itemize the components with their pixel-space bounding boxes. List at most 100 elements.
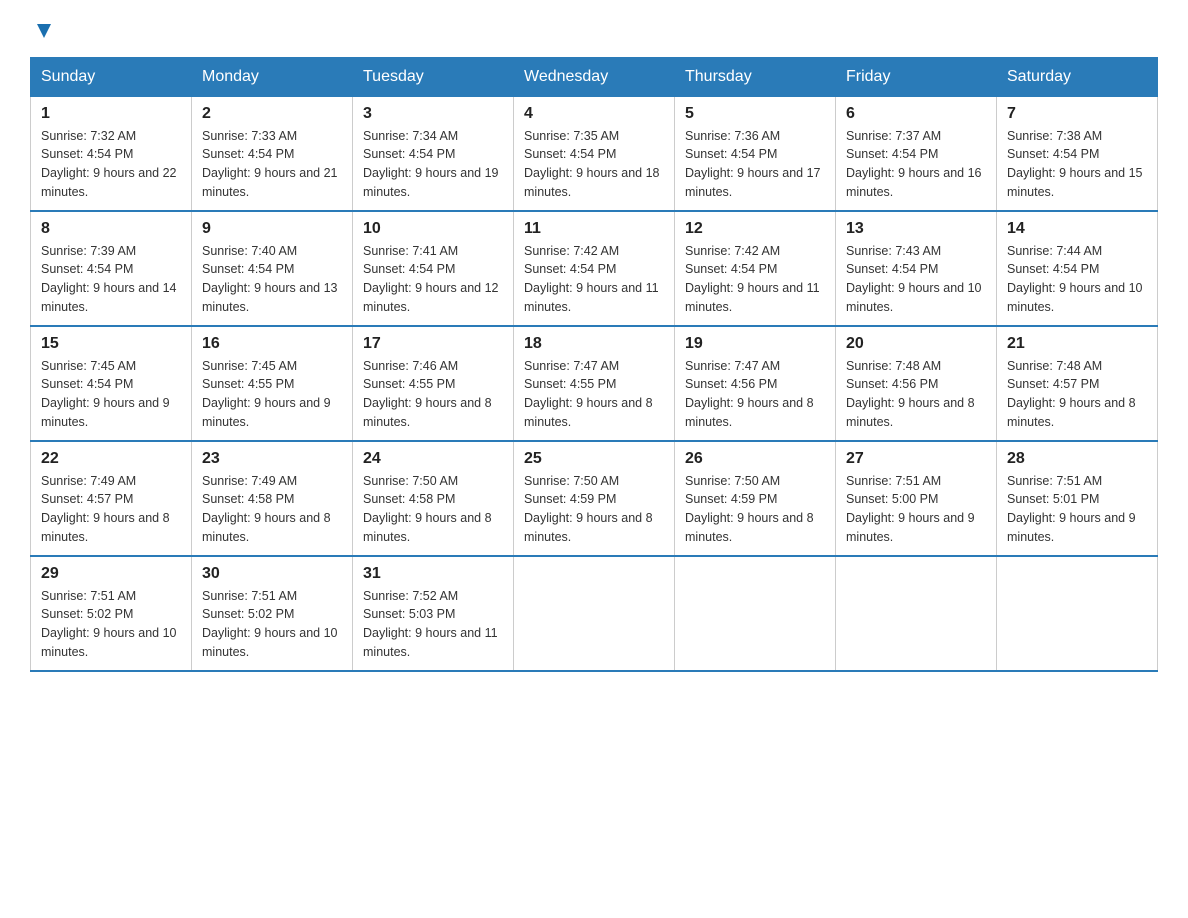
calendar-week-row: 1 Sunrise: 7:32 AMSunset: 4:54 PMDaylight… (31, 96, 1158, 211)
day-info: Sunrise: 7:51 AMSunset: 5:01 PMDaylight:… (1007, 472, 1147, 547)
weekday-header-tuesday: Tuesday (353, 57, 514, 96)
day-number: 27 (846, 450, 986, 468)
day-info: Sunrise: 7:40 AMSunset: 4:54 PMDaylight:… (202, 242, 342, 317)
calendar-day-cell (514, 556, 675, 671)
calendar-day-cell: 19Sunrise: 7:47 AMSunset: 4:56 PMDayligh… (675, 326, 836, 441)
calendar-day-cell: 31 Sunrise: 7:52 AMSunset: 5:03 PMDayligh… (353, 556, 514, 671)
calendar-day-cell: 1 Sunrise: 7:32 AMSunset: 4:54 PMDaylight… (31, 96, 192, 211)
day-info: Sunrise: 7:32 AMSunset: 4:54 PMDaylight:… (41, 127, 181, 202)
day-info: Sunrise: 7:49 AMSunset: 4:57 PMDaylight:… (41, 472, 181, 547)
day-number: 29 (41, 565, 181, 583)
day-number: 5 (685, 105, 825, 123)
calendar-day-cell: 10 Sunrise: 7:41 AMSunset: 4:54 PMDayligh… (353, 211, 514, 326)
day-info: Sunrise: 7:41 AMSunset: 4:54 PMDaylight:… (363, 242, 503, 317)
day-info: Sunrise: 7:49 AMSunset: 4:58 PMDaylight:… (202, 472, 342, 547)
calendar-day-cell: 27 Sunrise: 7:51 AMSunset: 5:00 PMDayligh… (836, 441, 997, 556)
day-info: Sunrise: 7:46 AMSunset: 4:55 PMDaylight:… (363, 357, 503, 432)
calendar-day-cell: 29 Sunrise: 7:51 AMSunset: 5:02 PMDayligh… (31, 556, 192, 671)
day-number: 2 (202, 105, 342, 123)
day-number: 4 (524, 105, 664, 123)
day-number: 15 (41, 335, 181, 353)
day-info: Sunrise: 7:48 AMSunset: 4:56 PMDaylight:… (846, 357, 986, 432)
day-info: Sunrise: 7:35 AMSunset: 4:54 PMDaylight:… (524, 127, 664, 202)
calendar-day-cell: 12 Sunrise: 7:42 AMSunset: 4:54 PMDayligh… (675, 211, 836, 326)
day-info: Sunrise: 7:33 AMSunset: 4:54 PMDaylight:… (202, 127, 342, 202)
day-number: 14 (1007, 220, 1147, 238)
calendar-day-cell: 13Sunrise: 7:43 AMSunset: 4:54 PMDayligh… (836, 211, 997, 326)
day-info: Sunrise: 7:36 AMSunset: 4:54 PMDaylight:… (685, 127, 825, 202)
calendar-day-cell: 6 Sunrise: 7:37 AMSunset: 4:54 PMDaylight… (836, 96, 997, 211)
calendar-day-cell: 4 Sunrise: 7:35 AMSunset: 4:54 PMDaylight… (514, 96, 675, 211)
calendar-day-cell: 9 Sunrise: 7:40 AMSunset: 4:54 PMDaylight… (192, 211, 353, 326)
logo (30, 20, 55, 47)
day-number: 18 (524, 335, 664, 353)
day-info: Sunrise: 7:34 AMSunset: 4:54 PMDaylight:… (363, 127, 503, 202)
weekday-header-sunday: Sunday (31, 57, 192, 96)
calendar-day-cell: 15 Sunrise: 7:45 AMSunset: 4:54 PMDayligh… (31, 326, 192, 441)
calendar-day-cell (836, 556, 997, 671)
day-number: 26 (685, 450, 825, 468)
calendar-day-cell: 7 Sunrise: 7:38 AMSunset: 4:54 PMDaylight… (997, 96, 1158, 211)
day-number: 6 (846, 105, 986, 123)
calendar-day-cell: 26 Sunrise: 7:50 AMSunset: 4:59 PMDayligh… (675, 441, 836, 556)
day-info: Sunrise: 7:50 AMSunset: 4:59 PMDaylight:… (524, 472, 664, 547)
calendar-day-cell: 11Sunrise: 7:42 AMSunset: 4:54 PMDayligh… (514, 211, 675, 326)
day-info: Sunrise: 7:51 AMSunset: 5:02 PMDaylight:… (202, 587, 342, 662)
calendar-day-cell: 17 Sunrise: 7:46 AMSunset: 4:55 PMDayligh… (353, 326, 514, 441)
calendar-day-cell: 14Sunrise: 7:44 AMSunset: 4:54 PMDayligh… (997, 211, 1158, 326)
calendar-table: SundayMondayTuesdayWednesdayThursdayFrid… (30, 57, 1158, 672)
calendar-day-cell: 8Sunrise: 7:39 AMSunset: 4:54 PMDaylight… (31, 211, 192, 326)
day-info: Sunrise: 7:51 AMSunset: 5:02 PMDaylight:… (41, 587, 181, 662)
day-info: Sunrise: 7:42 AMSunset: 4:54 PMDaylight:… (524, 242, 664, 317)
calendar-day-cell (997, 556, 1158, 671)
calendar-day-cell: 5 Sunrise: 7:36 AMSunset: 4:54 PMDaylight… (675, 96, 836, 211)
day-info: Sunrise: 7:37 AMSunset: 4:54 PMDaylight:… (846, 127, 986, 202)
calendar-week-row: 22Sunrise: 7:49 AMSunset: 4:57 PMDayligh… (31, 441, 1158, 556)
day-number: 12 (685, 220, 825, 238)
day-number: 31 (363, 565, 503, 583)
day-number: 10 (363, 220, 503, 238)
weekday-header-saturday: Saturday (997, 57, 1158, 96)
day-number: 21 (1007, 335, 1147, 353)
day-number: 13 (846, 220, 986, 238)
calendar-day-cell: 23 Sunrise: 7:49 AMSunset: 4:58 PMDayligh… (192, 441, 353, 556)
day-number: 3 (363, 105, 503, 123)
calendar-day-cell: 28 Sunrise: 7:51 AMSunset: 5:01 PMDayligh… (997, 441, 1158, 556)
day-info: Sunrise: 7:38 AMSunset: 4:54 PMDaylight:… (1007, 127, 1147, 202)
day-number: 23 (202, 450, 342, 468)
calendar-day-cell: 18 Sunrise: 7:47 AMSunset: 4:55 PMDayligh… (514, 326, 675, 441)
day-number: 17 (363, 335, 503, 353)
weekday-header-monday: Monday (192, 57, 353, 96)
weekday-header-thursday: Thursday (675, 57, 836, 96)
calendar-day-cell: 30 Sunrise: 7:51 AMSunset: 5:02 PMDayligh… (192, 556, 353, 671)
day-number: 1 (41, 105, 181, 123)
calendar-day-cell: 3 Sunrise: 7:34 AMSunset: 4:54 PMDaylight… (353, 96, 514, 211)
calendar-week-row: 15 Sunrise: 7:45 AMSunset: 4:54 PMDayligh… (31, 326, 1158, 441)
page-header (30, 20, 1158, 47)
day-info: Sunrise: 7:52 AMSunset: 5:03 PMDaylight:… (363, 587, 503, 662)
day-number: 28 (1007, 450, 1147, 468)
day-info: Sunrise: 7:50 AMSunset: 4:58 PMDaylight:… (363, 472, 503, 547)
day-info: Sunrise: 7:51 AMSunset: 5:00 PMDaylight:… (846, 472, 986, 547)
calendar-day-cell: 25 Sunrise: 7:50 AMSunset: 4:59 PMDayligh… (514, 441, 675, 556)
day-number: 19 (685, 335, 825, 353)
calendar-day-cell (675, 556, 836, 671)
day-number: 20 (846, 335, 986, 353)
day-number: 9 (202, 220, 342, 238)
day-number: 7 (1007, 105, 1147, 123)
calendar-day-cell: 21Sunrise: 7:48 AMSunset: 4:57 PMDayligh… (997, 326, 1158, 441)
day-info: Sunrise: 7:45 AMSunset: 4:54 PMDaylight:… (41, 357, 181, 432)
calendar-week-row: 29 Sunrise: 7:51 AMSunset: 5:02 PMDayligh… (31, 556, 1158, 671)
day-number: 30 (202, 565, 342, 583)
logo-triangle-icon (33, 20, 55, 42)
day-number: 16 (202, 335, 342, 353)
calendar-day-cell: 20 Sunrise: 7:48 AMSunset: 4:56 PMDayligh… (836, 326, 997, 441)
day-number: 25 (524, 450, 664, 468)
calendar-day-cell: 24Sunrise: 7:50 AMSunset: 4:58 PMDayligh… (353, 441, 514, 556)
weekday-header-wednesday: Wednesday (514, 57, 675, 96)
day-info: Sunrise: 7:42 AMSunset: 4:54 PMDaylight:… (685, 242, 825, 317)
day-info: Sunrise: 7:47 AMSunset: 4:55 PMDaylight:… (524, 357, 664, 432)
day-info: Sunrise: 7:50 AMSunset: 4:59 PMDaylight:… (685, 472, 825, 547)
day-number: 8 (41, 220, 181, 238)
weekday-header-row: SundayMondayTuesdayWednesdayThursdayFrid… (31, 57, 1158, 96)
